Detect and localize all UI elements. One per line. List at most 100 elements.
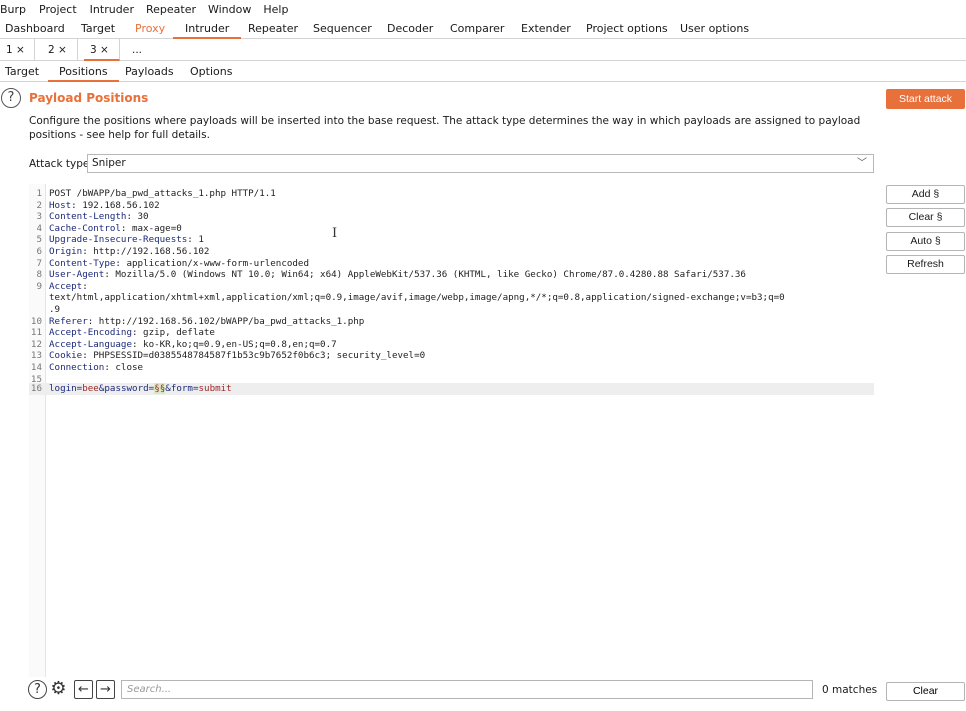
request-line-text: User-Agent: Mozilla/5.0 (Windows NT 10.0…: [49, 269, 746, 281]
sub-tab-bar: Target Positions Payloads Options: [0, 61, 966, 82]
header-name: Accept-Language: [49, 338, 132, 350]
attack-type-select[interactable]: Sniper ﹀: [87, 154, 874, 173]
request-line-text: POST /bWAPP/ba_pwd_attacks_1.php HTTP/1.…: [49, 188, 276, 200]
menu-help[interactable]: Help: [263, 3, 293, 16]
request-line[interactable]: 9 Accept:: [29, 281, 874, 293]
start-attack-button[interactable]: Start attack: [886, 89, 965, 109]
instance-tab-2[interactable]: 2 ×: [42, 39, 78, 61]
request-line-text: Host: 192.168.56.102: [49, 200, 160, 212]
line-number: 14: [30, 362, 42, 373]
request-line[interactable]: .9: [29, 304, 874, 316]
tab-user-options[interactable]: User options: [680, 18, 749, 39]
tab-dashboard[interactable]: Dashboard: [5, 18, 65, 39]
request-line[interactable]: 6 Origin: http://192.168.56.102: [29, 246, 874, 258]
instance-tab-1[interactable]: 1 ×: [0, 39, 35, 61]
line-number: 1: [36, 188, 42, 199]
request-line-text: Connection: close: [49, 362, 143, 374]
request-line[interactable]: 10 Referer: http://192.168.56.102/bWAPP/b…: [29, 316, 874, 328]
request-editor[interactable]: 1 POST /bWAPP/ba_pwd_attacks_1.php HTTP/1…: [29, 184, 874, 677]
help-icon[interactable]: ?: [1, 88, 21, 108]
header-value: text/html,application/xhtml+xml,applicat…: [49, 292, 785, 304]
tab-intruder[interactable]: Intruder: [173, 18, 242, 39]
clear-search-button[interactable]: Clear: [886, 682, 965, 701]
header-value: : PHPSESSID=d0385548784587f1b53c9b7652f0…: [82, 350, 426, 362]
subtab-target[interactable]: Target: [5, 61, 39, 82]
request-line-text: Accept-Language: ko-KR,ko;q=0.9,en-US;q=…: [49, 339, 337, 351]
menu-project[interactable]: Project: [39, 3, 90, 16]
gear-icon[interactable]: ⚙: [49, 680, 68, 699]
match-count: 0 matches: [822, 684, 878, 696]
header-value: : max-age=0: [120, 222, 182, 234]
request-line[interactable]: 1 POST /bWAPP/ba_pwd_attacks_1.php HTTP/1…: [29, 188, 874, 200]
header-value: : http://192.168.56.102: [82, 246, 210, 257]
menu-window[interactable]: Window: [208, 3, 263, 16]
section-description: Configure the positions where payloads w…: [29, 115, 861, 141]
request-body-text: login=bee&password=§§&form=submit: [49, 383, 232, 394]
line-number: 11: [30, 327, 42, 339]
instance-tab-3[interactable]: 3 ×: [84, 39, 120, 61]
tab-comparer[interactable]: Comparer: [450, 18, 504, 39]
menu-intruder[interactable]: Intruder: [90, 3, 146, 16]
request-line[interactable]: 3 Content-Length: 30: [29, 211, 874, 223]
tab-decoder[interactable]: Decoder: [387, 18, 433, 39]
request-line[interactable]: 2 Host: 192.168.56.102: [29, 200, 874, 212]
line-number: 16: [30, 383, 42, 394]
request-line[interactable]: 13 Cookie: PHPSESSID=d0385548784587f1b53c…: [29, 350, 874, 362]
line-number: 13: [30, 350, 42, 362]
back-arrow-icon[interactable]: ←: [74, 680, 93, 699]
line-number: 3: [36, 211, 42, 223]
tab-sequencer[interactable]: Sequencer: [313, 18, 372, 39]
header-name: Cache-Control: [49, 222, 121, 234]
subtab-options[interactable]: Options: [190, 61, 232, 82]
tab-repeater[interactable]: Repeater: [248, 18, 298, 39]
search-input[interactable]: [121, 680, 813, 699]
request-line-text: Upgrade-Insecure-Requests: 1: [49, 234, 204, 246]
header-value: : ko-KR,ko;q=0.9,en-US;q=0.8,en;q=0.7: [131, 338, 337, 350]
tab-target[interactable]: Target: [81, 18, 115, 39]
request-line[interactable]: text/html,application/xhtml+xml,applicat…: [29, 292, 874, 304]
line-number: 6: [36, 246, 42, 257]
refresh-button[interactable]: Refresh: [886, 255, 965, 274]
request-line-text: text/html,application/xhtml+xml,applicat…: [49, 292, 785, 304]
header-value: : application/x-www-form-urlencoded: [115, 257, 309, 269]
line-number: 4: [36, 222, 42, 234]
clear-markers-button[interactable]: Clear §: [886, 208, 965, 227]
header-name: Content-Type: [49, 257, 116, 269]
tab-extender[interactable]: Extender: [521, 18, 571, 39]
line-number: 2: [36, 199, 42, 211]
subtab-positions[interactable]: Positions: [48, 61, 119, 82]
header-name: Connection: [49, 362, 105, 373]
text-cursor-icon: I: [332, 226, 338, 241]
menu-repeater[interactable]: Repeater: [146, 3, 208, 16]
tab-project-options[interactable]: Project options: [586, 18, 668, 39]
forward-arrow-icon[interactable]: →: [96, 680, 115, 699]
subtab-payloads[interactable]: Payloads: [125, 61, 174, 82]
header-name: User-Agent: [49, 269, 105, 281]
request-line[interactable]: 14 Connection: close: [29, 362, 874, 374]
auto-markers-button[interactable]: Auto §: [886, 232, 965, 251]
request-body-line[interactable]: 16 login=bee&password=§§&form=submit: [29, 383, 874, 395]
help-icon-bottom[interactable]: ?: [28, 680, 47, 699]
payload-position-marker: §§: [154, 383, 166, 394]
request-line-text: Origin: http://192.168.56.102: [49, 246, 209, 258]
request-line-text: Content-Length: 30: [49, 211, 149, 223]
request-line[interactable]: 5 Upgrade-Insecure-Requests: 1: [29, 234, 874, 246]
request-line[interactable]: 4 Cache-Control: max-age=0: [29, 223, 874, 235]
request-line[interactable]: 12 Accept-Language: ko-KR,ko;q=0.9,en-US;…: [29, 339, 874, 351]
request-line[interactable]: 8 User-Agent: Mozilla/5.0 (Windows NT 10.…: [29, 269, 874, 281]
line-number: 9: [36, 280, 42, 292]
request-line-text: Accept-Encoding: gzip, deflate: [49, 327, 215, 339]
header-value: : close: [104, 362, 144, 373]
add-marker-button[interactable]: Add §: [886, 185, 965, 204]
header-value: .9: [49, 304, 61, 315]
request-line[interactable]: 7 Content-Type: application/x-www-form-ur…: [29, 258, 874, 270]
chevron-down-icon: ﹀: [857, 158, 867, 169]
tab-proxy[interactable]: Proxy: [135, 18, 165, 39]
header-name: Accept: [49, 280, 83, 292]
request-line[interactable]: 11 Accept-Encoding: gzip, deflate: [29, 327, 874, 339]
section-title: Payload Positions: [29, 91, 149, 105]
instance-tab-more[interactable]: ...: [126, 39, 156, 61]
header-name: Cookie: [49, 350, 83, 362]
menu-burp[interactable]: Burp: [0, 3, 39, 16]
main-tab-bar: Dashboard Target Proxy Intruder Repeater…: [0, 18, 966, 39]
